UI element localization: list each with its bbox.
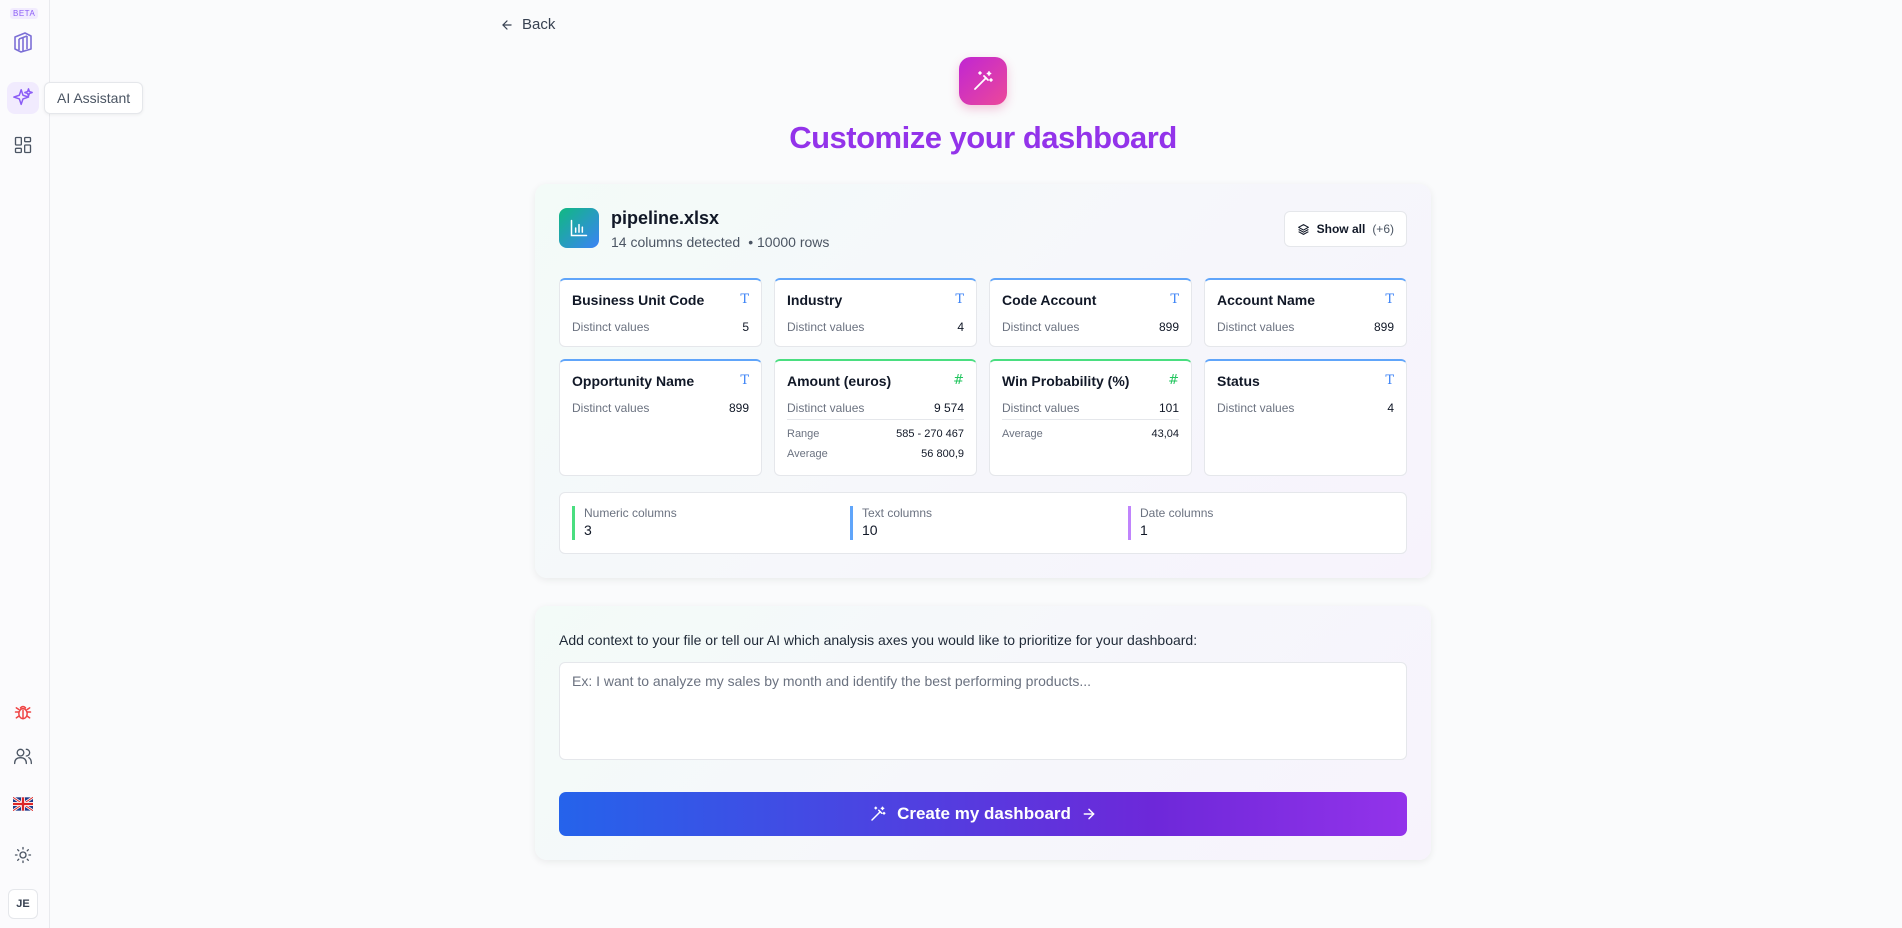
stat-value: 3	[584, 522, 592, 538]
column-card[interactable]: Win Probability (%) # Distinct values 101…	[989, 359, 1192, 476]
numeric-type-icon: #	[1168, 373, 1179, 388]
text-type-icon: T	[1385, 373, 1394, 388]
text-columns-stat: Text columns 10	[850, 506, 932, 540]
arrow-right-icon	[1083, 808, 1095, 820]
distinct-label: Distinct values	[1217, 401, 1295, 415]
distinct-label: Distinct values	[572, 320, 650, 334]
distinct-label: Distinct values	[1217, 320, 1295, 334]
text-type-icon: T	[1170, 292, 1179, 307]
column-name: Industry	[787, 292, 843, 308]
column-card[interactable]: Account Name T Distinct values 899	[1204, 278, 1407, 347]
distinct-value: 9 574	[933, 401, 964, 415]
date-columns-stat: Date columns 1	[1128, 506, 1213, 540]
bar-chart-icon	[559, 208, 599, 248]
distinct-value: 899	[1158, 320, 1179, 334]
stat-label: Date columns	[1140, 506, 1214, 520]
distinct-value: 899	[1373, 320, 1394, 334]
theme-sun-icon[interactable]	[7, 839, 39, 871]
stat-label: Text columns	[862, 506, 933, 520]
distinct-label: Distinct values	[787, 320, 865, 334]
stat-value: 10	[862, 522, 878, 538]
numeric-type-icon: #	[953, 373, 964, 388]
column-name: Opportunity Name	[572, 373, 695, 389]
text-type-icon: T	[740, 292, 749, 307]
show-all-count: (+6)	[1372, 222, 1394, 236]
column-card[interactable]: Amount (euros) # Distinct values 9 574 Ra…	[774, 359, 977, 476]
columns-detected: 14 columns detected	[611, 234, 741, 250]
ai-assistant-icon[interactable]	[7, 82, 39, 114]
distinct-value: 101	[1158, 401, 1179, 415]
divider	[787, 419, 964, 420]
uk-flag-icon[interactable]	[7, 788, 39, 820]
page-title: Customize your dashboard	[789, 120, 1177, 155]
back-link[interactable]: Back	[500, 16, 555, 33]
distinct-value: 4	[1387, 401, 1394, 415]
column-card[interactable]: Business Unit Code T Distinct values 5	[559, 278, 762, 347]
column-card[interactable]: Code Account T Distinct values 899	[989, 278, 1192, 347]
magic-wand-icon	[959, 57, 1007, 105]
context-card: Add context to your file or tell our AI …	[535, 606, 1431, 860]
distinct-label: Distinct values	[572, 401, 650, 415]
column-name: Amount (euros)	[787, 373, 892, 389]
layers-icon	[1297, 223, 1309, 235]
column-card[interactable]: Status T Distinct values 4	[1204, 359, 1407, 476]
text-type-icon: T	[1385, 292, 1394, 307]
numeric-columns-stat: Numeric columns 3	[572, 506, 677, 540]
context-label: Add context to your file or tell our AI …	[559, 632, 1198, 648]
distinct-value: 5	[742, 320, 749, 334]
context-input[interactable]	[559, 662, 1407, 760]
stat-value: 1	[1140, 522, 1148, 538]
column-name: Code Account	[1002, 292, 1097, 308]
text-type-icon: T	[740, 373, 749, 388]
distinct-label: Distinct values	[1002, 320, 1080, 334]
text-type-icon: T	[955, 292, 964, 307]
user-avatar[interactable]: JE	[8, 889, 38, 919]
column-card[interactable]: Industry T Distinct values 4	[774, 278, 977, 347]
column-name: Business Unit Code	[572, 292, 705, 308]
create-dashboard-button[interactable]: Create my dashboard	[559, 792, 1407, 836]
users-icon[interactable]	[7, 740, 39, 772]
distinct-value: 899	[728, 401, 749, 415]
show-all-label: Show all	[1316, 222, 1366, 236]
bug-report-icon[interactable]	[7, 696, 39, 728]
range-label: Range	[787, 428, 820, 440]
divider	[1002, 419, 1179, 420]
column-name: Win Probability (%)	[1002, 373, 1130, 389]
distinct-label: Distinct values	[787, 401, 865, 415]
average-value: 43,04	[1151, 428, 1179, 440]
arrow-left-icon	[502, 19, 512, 30]
average-label: Average	[1002, 428, 1043, 440]
distinct-label: Distinct values	[1002, 401, 1080, 415]
magic-wand-icon	[871, 806, 886, 821]
average-label: Average	[787, 448, 828, 460]
back-label: Back	[522, 16, 556, 33]
column-name: Status	[1217, 373, 1260, 389]
average-value: 56 800,9	[921, 448, 964, 460]
show-all-button[interactable]: Show all (+6)	[1283, 211, 1407, 247]
stat-label: Numeric columns	[584, 506, 677, 520]
row-count: • 10000 rows	[748, 234, 830, 250]
file-overview-card: pipeline.xlsx 14 columns detected • 1000…	[535, 184, 1431, 578]
ai-assistant-tooltip: AI Assistant	[44, 82, 144, 114]
column-card[interactable]: Opportunity Name T Distinct values 899	[559, 359, 762, 476]
distinct-value: 4	[957, 320, 964, 334]
column-type-summary: Numeric columns 3 Text columns 10 Date c…	[559, 492, 1407, 554]
create-dashboard-label: Create my dashboard	[897, 804, 1071, 823]
column-name: Account Name	[1217, 292, 1316, 308]
range-value: 585 - 270 467	[896, 428, 964, 440]
logo-icon[interactable]	[7, 26, 39, 58]
file-name: pipeline.xlsx	[611, 208, 720, 228]
file-meta: 14 columns detected • 10000 rows	[611, 234, 829, 250]
beta-badge: BETA	[10, 8, 39, 19]
